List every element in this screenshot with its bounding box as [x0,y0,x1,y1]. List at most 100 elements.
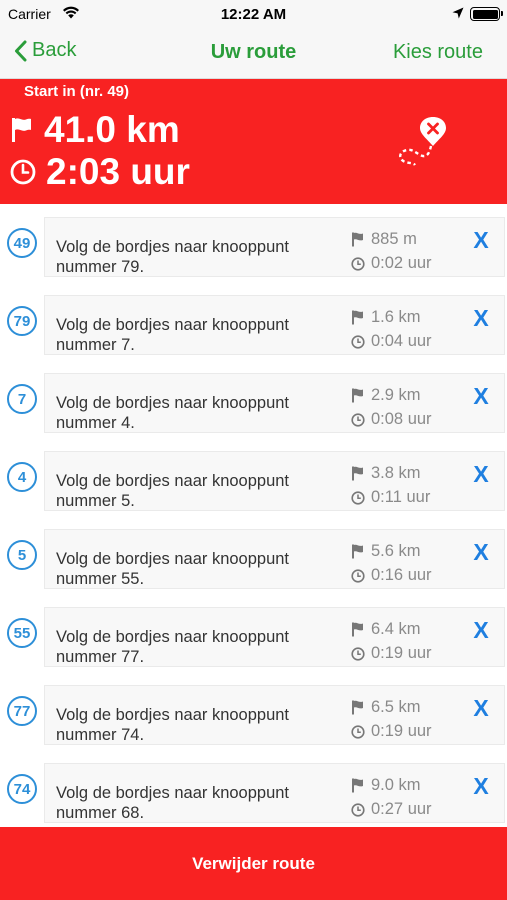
route-summary: Start in (nr. 49) 41.0 km 2:03 uur [0,79,507,204]
step-distance-row: 885 m [351,230,417,249]
remove-step-button[interactable]: X [469,302,493,334]
step-card[interactable]: Volg de bordjes naar knooppunt nummer 4.… [44,373,505,433]
step-card[interactable]: Volg de bordjes naar knooppunt nummer 77… [44,607,505,667]
total-duration: 2:03 uur [46,151,190,192]
remove-step-button[interactable]: X [469,614,493,646]
location-arrow-icon [452,6,464,24]
delete-route-button[interactable]: Verwijder route [0,827,507,900]
clock-icon [351,724,365,739]
flag-icon [352,544,363,559]
step-time-row: 0:08 uur [351,410,432,429]
clock-icon [351,256,365,271]
status-bar: Carrier 12:22 AM [0,0,507,28]
flag-icon [352,232,363,247]
step-description: Volg de bordjes naar knooppunt nummer 79… [56,238,290,276]
node-badge: 79 [7,306,37,336]
start-label: Start in (nr. 49) [24,83,130,100]
flag-icon [352,700,363,715]
step-card[interactable]: Volg de bordjes naar knooppunt nummer 7.… [44,295,505,355]
clock-icon [351,334,365,349]
step-distance: 9.0 km [371,776,421,794]
navigation-bar: Back Uw route Kies route [0,28,507,79]
list-item: 5 Volg de bordjes naar knooppunt nummer … [0,516,507,594]
step-time: 0:19 uur [371,722,432,740]
list-item: 77 Volg de bordjes naar knooppunt nummer… [0,672,507,750]
chevron-left-icon [15,40,27,61]
total-distance-row: 41.0 km [10,109,180,151]
route-steps-list[interactable]: 49 Volg de bordjes naar knooppunt nummer… [0,204,507,827]
list-item: 79 Volg de bordjes naar knooppunt nummer… [0,282,507,360]
step-description: Volg de bordjes naar knooppunt nummer 74… [56,706,290,744]
step-distance: 1.6 km [371,308,421,326]
step-distance: 5.6 km [371,542,421,560]
step-card[interactable]: Volg de bordjes naar knooppunt nummer 55… [44,529,505,589]
step-distance: 6.4 km [371,620,421,638]
step-distance-row: 1.6 km [351,308,421,327]
flag-icon [352,388,363,403]
remove-step-button[interactable]: X [469,770,493,802]
remove-step-button[interactable]: X [469,458,493,490]
step-time: 0:04 uur [371,332,432,350]
list-item: 4 Volg de bordjes naar knooppunt nummer … [0,438,507,516]
total-distance: 41.0 km [44,109,180,150]
clock-icon [351,490,365,505]
clock-icon [10,159,36,185]
flag-icon [12,118,31,142]
step-distance: 3.8 km [371,464,421,482]
step-distance-row: 5.6 km [351,542,421,561]
battery-icon [470,7,503,21]
node-badge: 77 [7,696,37,726]
step-time-row: 0:04 uur [351,332,432,351]
step-card[interactable]: Volg de bordjes naar knooppunt nummer 5.… [44,451,505,511]
step-description: Volg de bordjes naar knooppunt nummer 68… [56,784,290,822]
clock-icon [351,646,365,661]
clock-icon [351,568,365,583]
step-distance-row: 6.4 km [351,620,421,639]
step-description: Volg de bordjes naar knooppunt nummer 4. [56,394,290,432]
step-description: Volg de bordjes naar knooppunt nummer 55… [56,550,290,588]
step-distance-row: 3.8 km [351,464,421,483]
remove-step-button[interactable]: X [469,380,493,412]
back-label: Back [32,39,77,61]
choose-route-button[interactable]: Kies route [393,41,483,64]
back-button[interactable]: Back [14,39,76,62]
flag-icon [352,622,363,637]
remove-step-button[interactable]: X [469,224,493,256]
step-card[interactable]: Volg de bordjes naar knooppunt nummer 68… [44,763,505,823]
node-badge: 55 [7,618,37,648]
list-item: 74 Volg de bordjes naar knooppunt nummer… [0,750,507,827]
step-time: 0:19 uur [371,644,432,662]
node-badge: 49 [7,228,37,258]
node-badge: 7 [7,384,37,414]
step-time: 0:11 uur [371,488,431,506]
step-description: Volg de bordjes naar knooppunt nummer 5. [56,472,290,510]
step-distance-row: 2.9 km [351,386,421,405]
step-description: Volg de bordjes naar knooppunt nummer 77… [56,628,290,666]
step-card[interactable]: Volg de bordjes naar knooppunt nummer 79… [44,217,505,277]
step-time-row: 0:02 uur [351,254,432,273]
clock-icon [351,412,365,427]
node-badge: 74 [7,774,37,804]
step-card[interactable]: Volg de bordjes naar knooppunt nummer 74… [44,685,505,745]
step-time-row: 0:11 uur [351,488,430,507]
step-time-row: 0:19 uur [351,722,432,741]
step-distance: 6.5 km [371,698,421,716]
list-item: 49 Volg de bordjes naar knooppunt nummer… [0,204,507,282]
list-item: 55 Volg de bordjes naar knooppunt nummer… [0,594,507,672]
route-map-icon[interactable] [393,115,451,172]
node-badge: 5 [7,540,37,570]
step-time-row: 0:19 uur [351,644,432,663]
flag-icon [352,466,363,481]
delete-route-label: Verwijder route [192,853,315,873]
total-duration-row: 2:03 uur [10,151,190,193]
step-time-row: 0:16 uur [351,566,432,585]
flag-icon [352,778,363,793]
remove-step-button[interactable]: X [469,692,493,724]
step-time: 0:16 uur [371,566,432,584]
clock-icon [351,802,365,817]
list-item: 7 Volg de bordjes naar knooppunt nummer … [0,360,507,438]
step-time-row: 0:27 uur [351,800,432,819]
step-time: 0:08 uur [371,410,432,428]
remove-step-button[interactable]: X [469,536,493,568]
step-distance: 2.9 km [371,386,421,404]
